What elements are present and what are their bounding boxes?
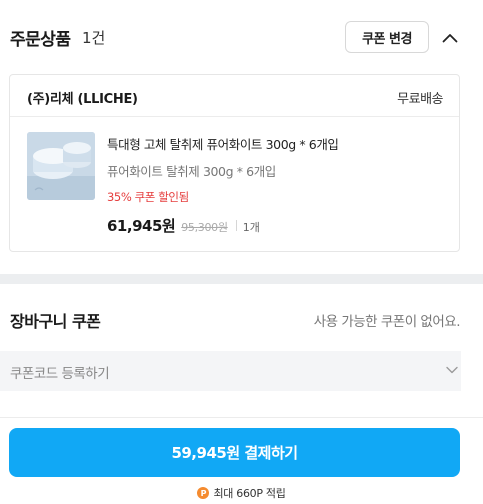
pay-button[interactable]: 59,945원 결제하기 [9, 428, 460, 477]
product-option: 퓨어화이트 탈취제 300g * 6개입 [107, 164, 276, 179]
coupon-code-register-row[interactable]: 쿠폰코드 등록하기 [0, 351, 461, 391]
footer-divider [0, 417, 483, 418]
product-name[interactable]: 특대형 고체 탈취제 퓨어화이트 300g * 6개입 [107, 134, 339, 153]
coupon-discount-note: 35% 쿠폰 할인됨 [107, 190, 189, 204]
order-items-count: 1건 [82, 29, 106, 47]
sale-price: 61,945원 [107, 217, 176, 235]
section-divider [0, 274, 483, 284]
seller-order-card: (주)리체 (LLICHE) 무료배송 특대형 고체 탈취제 퓨어화이트 300… [9, 74, 460, 252]
price-row: 61,945원 95,300원 1개 [107, 215, 260, 235]
seller-header: (주)리체 (LLICHE) 무료배송 [10, 75, 459, 117]
point-coin-icon: P [197, 487, 210, 499]
shipping-label: 무료배송 [397, 92, 443, 107]
original-price: 95,300원 [181, 221, 228, 234]
chevron-down-icon [444, 362, 460, 378]
price-divider [235, 219, 237, 231]
coupon-code-label: 쿠폰코드 등록하기 [10, 366, 110, 382]
order-items-title: 주문상품 [10, 30, 71, 50]
points-text: 최대 660P 적립 [213, 487, 286, 500]
chevron-up-icon[interactable] [440, 28, 460, 48]
seller-name: (주)리체 (LLICHE) [27, 92, 138, 107]
order-items-header: 주문상품 1건 쿠폰 변경 [0, 0, 483, 74]
points-info: P 최대 660P 적립 [0, 485, 483, 501]
product-thumbnail[interactable] [27, 132, 95, 200]
coupon-change-button[interactable]: 쿠폰 변경 [345, 21, 429, 53]
quantity: 1개 [242, 221, 260, 234]
cart-coupon-status: 사용 가능한 쿠폰이 없어요. [313, 314, 461, 330]
cart-coupon-title: 장바구니 쿠폰 [10, 312, 101, 331]
